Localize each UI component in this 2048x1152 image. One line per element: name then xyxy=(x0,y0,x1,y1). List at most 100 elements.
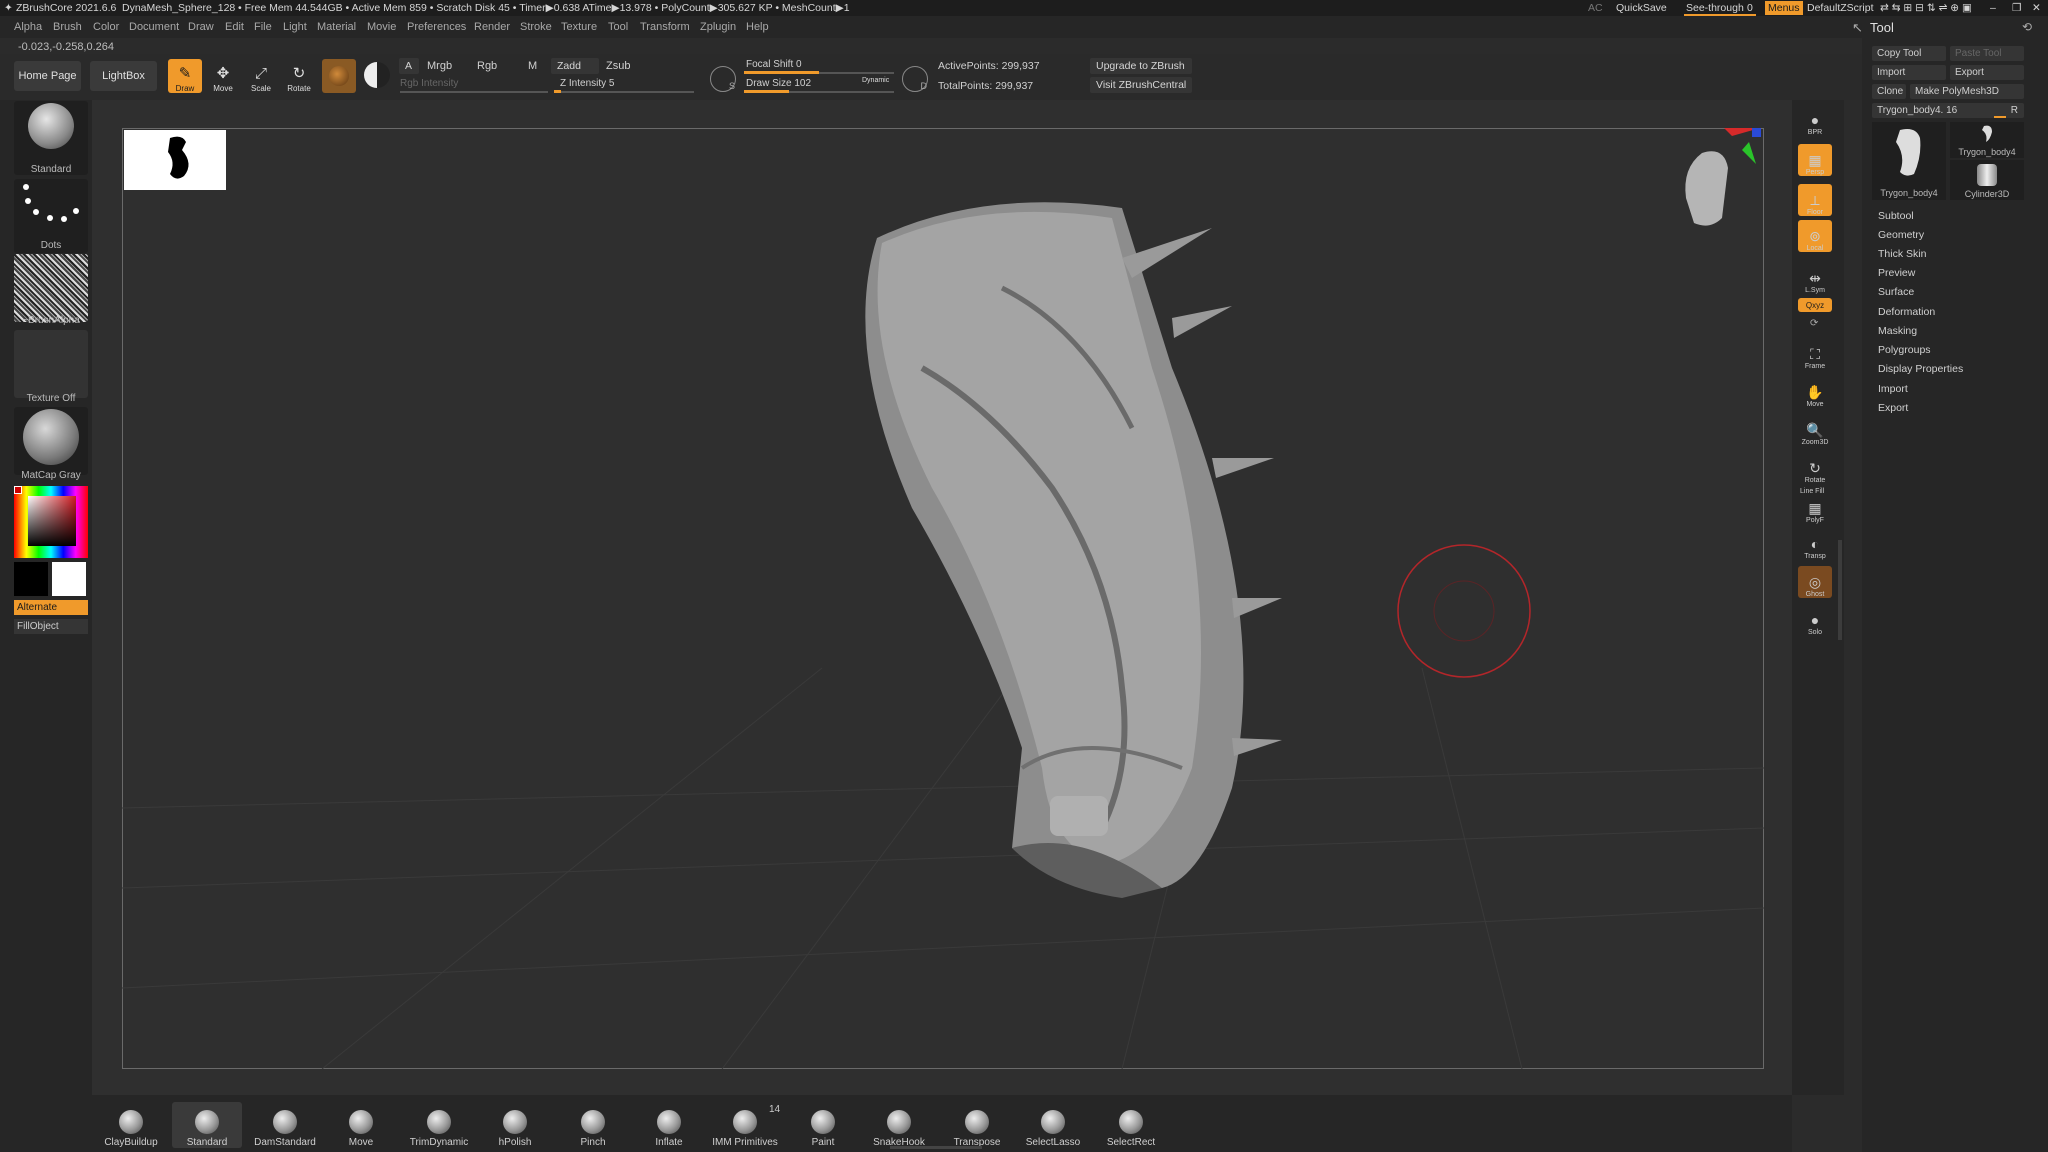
zsub-toggle[interactable]: Zsub xyxy=(606,60,630,72)
restore-icon[interactable]: ❐ xyxy=(2012,2,2021,14)
menu-material[interactable]: Material xyxy=(317,21,356,33)
tool-thumb-cylinder[interactable]: Cylinder3D xyxy=(1950,160,2024,200)
thick-skin-section[interactable]: Thick Skin xyxy=(1878,248,1926,260)
xyz-symmetry-button[interactable]: Qxyz xyxy=(1798,298,1832,312)
alternate-button[interactable]: Alternate xyxy=(14,600,88,615)
menu-transform[interactable]: Transform xyxy=(640,21,690,33)
paste-tool-button[interactable]: Paste Tool xyxy=(1950,46,2024,61)
material-selector[interactable] xyxy=(14,407,88,475)
make-polymesh-button[interactable]: Make PolyMesh3D xyxy=(1910,84,2024,99)
lsym-button[interactable]: ⇹ L.Sym xyxy=(1798,262,1832,294)
lazy-mouse-icon[interactable]: S xyxy=(710,66,736,92)
polygroups-section[interactable]: Polygroups xyxy=(1878,344,1931,356)
menu-light[interactable]: Light xyxy=(283,21,307,33)
subtool-section[interactable]: Subtool xyxy=(1878,210,1914,222)
menu-alpha[interactable]: Alpha xyxy=(14,21,42,33)
zadd-toggle[interactable]: Zadd xyxy=(551,58,599,74)
menu-stroke[interactable]: Stroke xyxy=(520,21,552,33)
alpha-selector[interactable] xyxy=(14,254,88,322)
ghost-button[interactable]: ◎ Ghost xyxy=(1798,566,1832,598)
brush-standard[interactable]: Standard xyxy=(172,1102,242,1148)
menu-render[interactable]: Render xyxy=(474,21,510,33)
color-picker[interactable] xyxy=(14,486,88,558)
brush-hpolish[interactable]: hPolish xyxy=(480,1102,550,1148)
zoom3d-button[interactable]: 🔍 Zoom3D xyxy=(1798,414,1832,446)
menu-document[interactable]: Document xyxy=(129,21,179,33)
brush-paint[interactable]: Paint xyxy=(788,1102,858,1148)
rotate-mode-button[interactable]: ↻ Rotate xyxy=(282,59,316,94)
preview-section[interactable]: Preview xyxy=(1878,267,1915,279)
bpr-button[interactable]: ● BPR xyxy=(1798,104,1832,136)
home-page-button[interactable]: Home Page xyxy=(14,61,81,91)
menu-movie[interactable]: Movie xyxy=(367,21,396,33)
menu-help[interactable]: Help xyxy=(746,21,769,33)
menu-color[interactable]: Color xyxy=(93,21,119,33)
import-button[interactable]: Import xyxy=(1872,65,1946,80)
a-toggle[interactable]: A xyxy=(399,58,419,74)
navigation-thumbnail[interactable] xyxy=(124,130,226,190)
menu-zplugin[interactable]: Zplugin xyxy=(700,21,736,33)
gyro-icon[interactable] xyxy=(364,62,390,88)
menu-brush[interactable]: Brush xyxy=(53,21,82,33)
fillobject-button[interactable]: FillObject xyxy=(14,619,88,634)
texture-selector[interactable] xyxy=(14,330,88,398)
local-button[interactable]: ⊚ Local xyxy=(1798,220,1832,252)
move-mode-button[interactable]: ✥ Move xyxy=(206,59,240,94)
tool-palette-title[interactable]: Tool xyxy=(1870,20,1894,35)
upgrade-button[interactable]: Upgrade to ZBrush xyxy=(1090,58,1192,74)
brush-trimdynamic[interactable]: TrimDynamic xyxy=(404,1102,474,1148)
menu-texture[interactable]: Texture xyxy=(561,21,597,33)
z-intensity-slider[interactable]: Z Intensity 5 xyxy=(560,78,614,89)
brush-damstandard[interactable]: DamStandard xyxy=(250,1102,320,1148)
visit-zbrushcentral-button[interactable]: Visit ZBrushCentral xyxy=(1090,77,1192,93)
move-view-button[interactable]: ✋ Move xyxy=(1798,376,1832,408)
rgb-intensity-slider[interactable]: Rgb Intensity xyxy=(400,78,458,89)
dynamic-icon[interactable]: D xyxy=(902,66,928,92)
lightbox-button[interactable]: LightBox xyxy=(90,61,157,91)
minimize-icon[interactable]: – xyxy=(1990,2,1996,14)
clone-button[interactable]: Clone xyxy=(1872,84,1906,99)
close-icon[interactable]: ✕ xyxy=(2032,2,2041,14)
menu-preferences[interactable]: Preferences xyxy=(407,21,466,33)
copy-tool-button[interactable]: Copy Tool xyxy=(1872,46,1946,61)
rotate-axis-icon[interactable]: ⟳ xyxy=(1810,318,1818,329)
viewport-scene[interactable] xyxy=(122,128,1764,1069)
mrgb-toggle[interactable]: Mrgb xyxy=(427,60,452,72)
rotate-view-button[interactable]: ↻ Rotate xyxy=(1798,452,1832,484)
brush-claybuildup[interactable]: ClayBuildup xyxy=(96,1102,166,1148)
tool-thumb-secondary[interactable]: Trygon_body4 xyxy=(1950,122,2024,158)
tool-thumb-main[interactable]: Trygon_body4 xyxy=(1872,122,1946,200)
material-swatch-button[interactable] xyxy=(322,59,356,93)
pin-icon[interactable]: ↖ xyxy=(1852,20,1863,36)
polyf-button[interactable]: ▦ PolyF xyxy=(1798,492,1832,524)
menus-toggle[interactable]: Menus xyxy=(1765,1,1803,15)
menu-tool[interactable]: Tool xyxy=(608,21,628,33)
menu-draw[interactable]: Draw xyxy=(188,21,214,33)
focal-shift-slider[interactable]: Focal Shift 0 xyxy=(746,59,802,70)
brush-snakehook[interactable]: SnakeHook xyxy=(864,1102,934,1148)
scale-mode-button[interactable]: ⤢ Scale xyxy=(244,59,278,94)
main-color-swatch[interactable] xyxy=(14,562,48,596)
layout-icons[interactable]: ⇄ ⇆ ⊞ ⊟ ⇅ ⇌ ⊕ ▣ xyxy=(1880,2,1972,14)
import-section[interactable]: Import xyxy=(1878,383,1908,395)
brush-move[interactable]: Move xyxy=(326,1102,396,1148)
menu-edit[interactable]: Edit xyxy=(225,21,244,33)
brush-transpose[interactable]: Transpose xyxy=(942,1102,1012,1148)
persp-button[interactable]: ▦ Persp xyxy=(1798,144,1832,176)
solo-button[interactable]: ● Solo xyxy=(1798,604,1832,636)
surface-section[interactable]: Surface xyxy=(1878,286,1914,298)
floor-button[interactable]: ⟂ Floor xyxy=(1798,184,1832,216)
navigation-gizmo[interactable] xyxy=(1685,128,1761,226)
secondary-color-swatch[interactable] xyxy=(52,562,86,596)
draw-mode-button[interactable]: ✎ Draw xyxy=(168,59,202,93)
geometry-section[interactable]: Geometry xyxy=(1878,229,1924,241)
rgb-toggle[interactable]: Rgb xyxy=(477,60,497,72)
transp-button[interactable]: ◐ Transp xyxy=(1798,528,1832,560)
brush-selectrect[interactable]: SelectRect xyxy=(1096,1102,1166,1148)
frame-button[interactable]: ⛶ Frame xyxy=(1798,338,1832,370)
palette-refresh-icon[interactable]: ⟲ xyxy=(2022,20,2032,34)
menu-file[interactable]: File xyxy=(254,21,272,33)
draw-size-slider[interactable]: Draw Size 102 xyxy=(746,78,811,89)
tray-scroll-handle[interactable] xyxy=(890,1146,982,1149)
deformation-section[interactable]: Deformation xyxy=(1878,306,1935,318)
